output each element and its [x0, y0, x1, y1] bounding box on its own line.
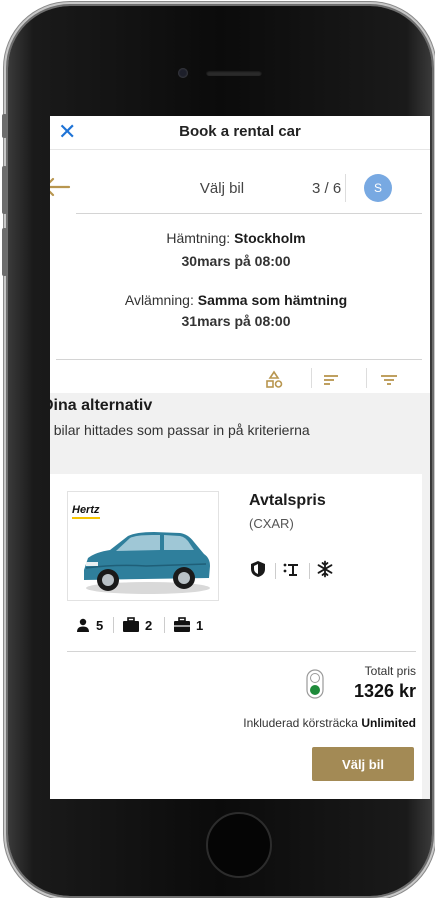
- results-title: Dina alternativ: [50, 397, 153, 414]
- air-conditioning-icon: [317, 560, 333, 578]
- car-offer-card[interactable]: Hertz Avtalspris (CXAR) 5 2 1 Totalt pri…: [50, 474, 422, 799]
- transmission-icon: [283, 563, 298, 576]
- volume-down-button: [2, 228, 7, 276]
- filter-divider: [311, 368, 312, 388]
- volume-up-button: [2, 166, 7, 214]
- step-counter: 3 / 6: [312, 180, 342, 197]
- filter-icon[interactable]: [378, 369, 400, 391]
- capacity-divider: [113, 617, 114, 633]
- pickup-datetime: 30mars på 08:00: [181, 253, 291, 269]
- large-bag-capacity: 2: [122, 616, 152, 634]
- pickup-location: Hämtning: Stockholm: [166, 230, 306, 246]
- select-car-button[interactable]: Välj bil: [312, 747, 414, 781]
- car-code: (CXAR): [249, 516, 294, 531]
- page-title: Book a rental car: [179, 123, 301, 140]
- divider: [76, 213, 422, 214]
- return-datetime: 31mars på 08:00: [181, 313, 291, 329]
- small-bag-count: 1: [196, 617, 204, 633]
- avatar[interactable]: S: [364, 174, 392, 202]
- feature-divider: [275, 563, 276, 579]
- filter-divider: [366, 368, 367, 388]
- app-header: ✕ Book a rental car: [50, 116, 430, 150]
- divider: [67, 651, 416, 652]
- step-title: Välj bil: [199, 180, 245, 197]
- car-image: [84, 532, 210, 594]
- home-button[interactable]: [206, 812, 272, 878]
- passenger-count: 5: [96, 617, 104, 633]
- phone-frame: ✕ Book a rental car Välj bil 3 / 6 S Häm…: [2, 6, 432, 896]
- included-mileage: Inkluderad körsträcka Unlimited: [243, 716, 416, 730]
- results-summary: 7 bilar hittades som passar in på kriter…: [53, 422, 310, 438]
- person-icon: [77, 618, 89, 632]
- small-bag-icon: [174, 617, 190, 632]
- vendor-logo: Hertz: [72, 504, 100, 519]
- small-bag-capacity: 1: [173, 616, 203, 634]
- capacity-divider: [164, 617, 165, 633]
- app-screen: ✕ Book a rental car Välj bil 3 / 6 S Häm…: [50, 116, 430, 799]
- earpiece-speaker: [206, 70, 262, 76]
- insurance-shield-icon: [251, 561, 265, 577]
- front-camera: [178, 68, 188, 78]
- deal-title: Avtalspris: [249, 492, 326, 509]
- feature-divider: [309, 563, 310, 579]
- car-image-box: Hertz: [67, 491, 219, 601]
- large-bag-count: 2: [145, 617, 153, 633]
- divider: [56, 359, 422, 360]
- suitcase-icon: [123, 617, 139, 632]
- total-price: 1326 kr: [353, 681, 416, 701]
- total-price-label: Totalt pris: [364, 664, 416, 678]
- back-arrow-icon[interactable]: [50, 172, 72, 202]
- step-header: Välj bil 3 / 6 S: [50, 162, 430, 214]
- step-divider: [345, 174, 346, 202]
- car-category-icon[interactable]: [263, 369, 285, 391]
- sort-icon[interactable]: [320, 369, 342, 391]
- return-location: Avlämning: Samma som hämtning: [124, 292, 348, 308]
- mute-switch: [2, 114, 7, 138]
- passenger-capacity: 5: [75, 616, 103, 634]
